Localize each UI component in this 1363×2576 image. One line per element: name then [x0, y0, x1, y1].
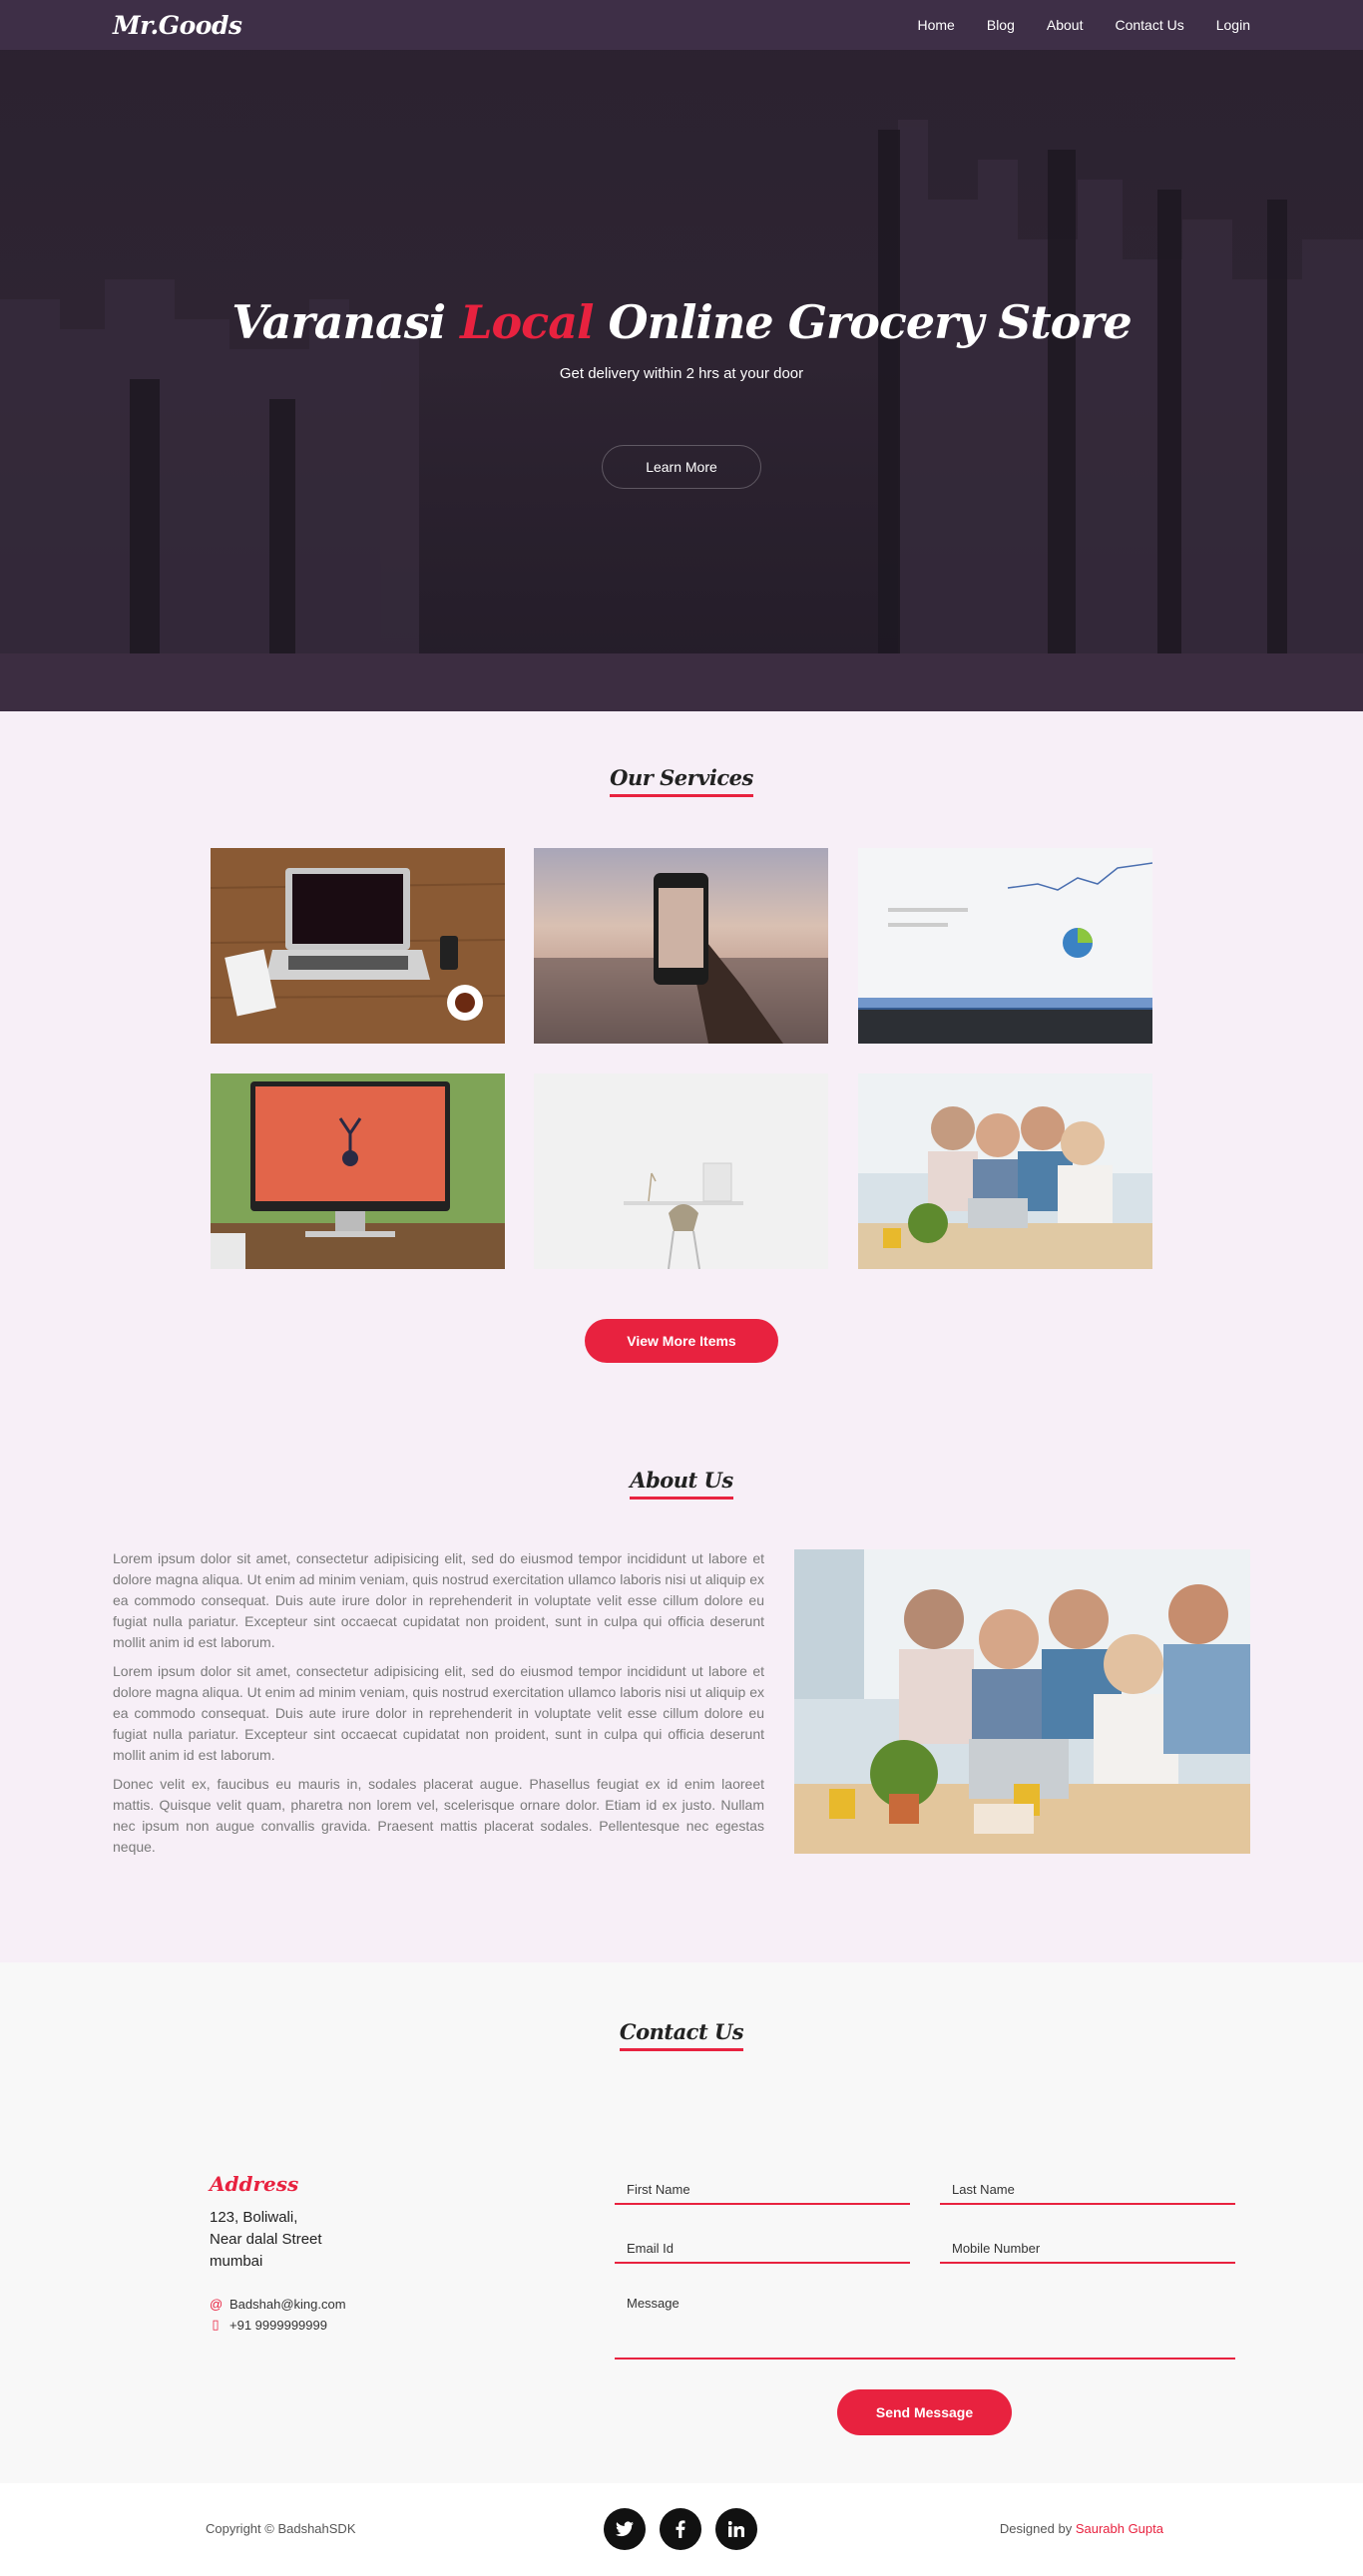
footer: Copyright © BadshahSDK Designed by Saura… — [0, 2483, 1363, 2576]
hero-title: Varanasi Local Online Grocery Store — [0, 295, 1363, 349]
nav-links: Home Blog About Contact Us Login — [918, 17, 1251, 33]
learn-more-button[interactable]: Learn More — [602, 445, 761, 489]
service-image-imac[interactable] — [211, 1073, 505, 1269]
address-line-2: Near dalal Street — [210, 2231, 322, 2248]
mobile-number-field[interactable]: Mobile Number — [940, 2230, 1235, 2264]
about-heading: About Us — [630, 1468, 733, 1500]
about-paragraph-1: Lorem ipsum dolor sit amet, consectetur … — [113, 1550, 764, 1650]
service-image-minimal-desk[interactable] — [534, 1073, 828, 1269]
hero-subtitle: Get delivery within 2 hrs at your door — [559, 365, 804, 382]
navbar: Mr.Goods Home Blog About Contact Us Logi… — [0, 0, 1363, 50]
nav-link-about[interactable]: About — [1047, 17, 1084, 33]
nav-link-blog[interactable]: Blog — [987, 17, 1015, 33]
address-title: Address — [210, 2172, 299, 2196]
hero-title-part1: Varanasi — [231, 295, 461, 349]
hero-city-background-image — [0, 0, 1363, 711]
last-name-field[interactable]: Last Name — [940, 2171, 1235, 2205]
view-more-items-button[interactable]: View More Items — [585, 1319, 778, 1363]
message-placeholder: Message — [627, 2296, 680, 2311]
address-line-3: mumbai — [210, 2253, 263, 2270]
contact-phone-text[interactable]: +91 9999999999 — [229, 2318, 327, 2333]
hero-section: Varanasi Local Online Grocery Store Get … — [0, 0, 1363, 711]
service-image-team[interactable] — [858, 1073, 1152, 1269]
copyright-text: Copyright © BadshahSDK — [206, 2521, 356, 2536]
designer-link[interactable]: Saurabh Gupta — [1076, 2521, 1163, 2536]
hero-title-accent: Local — [460, 295, 594, 349]
contact-email: @ Badshah@king.com — [210, 2297, 346, 2312]
first-name-placeholder: First Name — [627, 2182, 690, 2197]
twitter-icon[interactable] — [604, 2508, 646, 2550]
nav-link-login[interactable]: Login — [1216, 17, 1250, 33]
linkedin-icon[interactable] — [715, 2508, 757, 2550]
designed-by-text: Designed by Saurabh Gupta — [1000, 2521, 1163, 2536]
social-links — [604, 2508, 757, 2550]
services-heading-wrap: Our Services — [0, 765, 1363, 797]
last-name-placeholder: Last Name — [952, 2182, 1015, 2197]
hero-title-part2: Online Grocery Store — [593, 295, 1132, 349]
first-name-field[interactable]: First Name — [615, 2171, 910, 2205]
about-paragraph-3: Donec velit ex, faucibus eu mauris in, s… — [113, 1776, 764, 1855]
mobile-icon: ▯ — [212, 2317, 220, 2332]
facebook-icon[interactable] — [660, 2508, 701, 2550]
about-heading-wrap: About Us — [0, 1468, 1363, 1500]
contact-phone: ▯ +91 9999999999 — [210, 2317, 327, 2333]
email-field[interactable]: Email Id — [615, 2230, 910, 2264]
message-field[interactable]: Message — [615, 2288, 1235, 2360]
send-message-button[interactable]: Send Message — [837, 2389, 1012, 2435]
hero-bottom-band — [0, 653, 1363, 711]
services-heading: Our Services — [610, 765, 753, 797]
mobile-number-placeholder: Mobile Number — [952, 2241, 1041, 2256]
contact-heading-wrap: Contact Us — [0, 2019, 1363, 2051]
at-icon: @ — [210, 2297, 224, 2312]
brand-logo[interactable]: Mr.Goods — [113, 11, 242, 40]
about-team-image — [794, 1549, 1250, 1854]
email-placeholder: Email Id — [627, 2241, 674, 2256]
designed-by-label: Designed by — [999, 2521, 1076, 2536]
address-lines: 123, Boliwali, Near dalal Street mumbai — [210, 2207, 322, 2273]
service-image-analytics[interactable] — [858, 848, 1152, 1044]
address-line-1: 123, Boliwali, — [210, 2209, 298, 2226]
service-image-laptop[interactable] — [211, 848, 505, 1044]
nav-link-contact[interactable]: Contact Us — [1115, 17, 1183, 33]
service-image-phone-sunset[interactable] — [534, 848, 828, 1044]
contact-heading: Contact Us — [619, 2019, 744, 2051]
about-paragraph-2: Lorem ipsum dolor sit amet, consectetur … — [113, 1663, 764, 1763]
contact-email-text[interactable]: Badshah@king.com — [229, 2297, 346, 2312]
about-text: Lorem ipsum dolor sit amet, consectetur … — [113, 1548, 764, 1866]
nav-link-home[interactable]: Home — [918, 17, 955, 33]
